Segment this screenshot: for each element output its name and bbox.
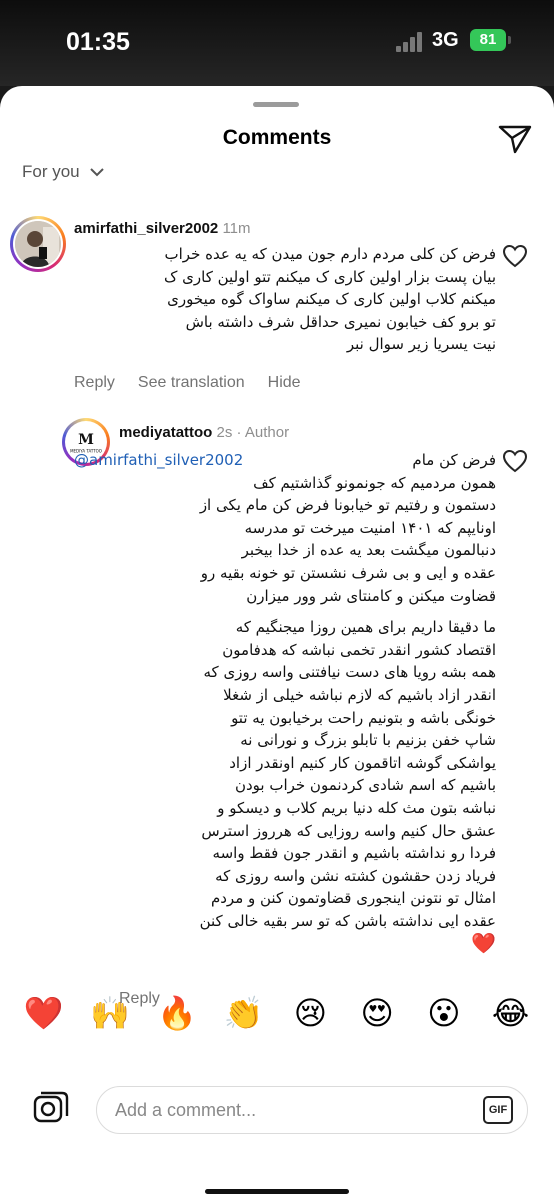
- comment-line: نباشه بتون مث کله دنیا بریم کلاب و دیسکو…: [217, 798, 496, 817]
- comment-line: @amirfathi_silver2002 فرض کن مام: [74, 449, 496, 472]
- comment-line: دنبالمون میگشت بعد یه عده از خدا بیخبر: [241, 541, 496, 560]
- comment-line: تو برو کف خیابون نمیری حداقل شرف داشته ب…: [185, 312, 496, 331]
- gif-button[interactable]: GIF: [483, 1096, 513, 1124]
- emoji-clap-button[interactable]: 👏: [222, 994, 266, 1032]
- emoji-cry-button[interactable]: 😢: [288, 994, 332, 1032]
- comment-header: mediyatattoo 2s · Author: [119, 424, 290, 441]
- like-heart-icon[interactable]: [502, 449, 528, 473]
- filter-label: For you: [22, 162, 80, 181]
- comment-line: انقدر ازاد باشیم که لازم نباشه خیلی از ش…: [223, 685, 496, 704]
- emoji-quick-bar: ❤️ 🙌 🔥 👏 😢 😍 😮 😂: [0, 994, 554, 1032]
- comment-actions: Reply See translation Hide: [74, 374, 301, 392]
- username[interactable]: mediyatattoo: [119, 424, 212, 441]
- clock: 01:35: [66, 28, 130, 56]
- emoji-laugh-button[interactable]: 😂: [489, 994, 533, 1032]
- status-bar: 01:35 3G 81: [0, 0, 554, 86]
- comment-line: فرض کن کلی مردم دارم جون میدن که یه عده …: [164, 245, 497, 263]
- battery-tip: [508, 36, 511, 44]
- comment-line: امثال تو نتونن اینجوری قضاوتمون کنن و مر…: [210, 889, 496, 908]
- emoji-fire-button[interactable]: 🔥: [155, 994, 199, 1032]
- emoji-heart-button[interactable]: ❤️: [21, 994, 65, 1032]
- comment-line: عقده ایی نداشته باشن که تو سر بقیه خالی …: [199, 911, 496, 930]
- comment: amirfathi_silver2002 11m فرض کن کلی مردم…: [0, 208, 554, 408]
- comment-line: عشق حال کنیم واسه روزایی که هرروز استرس: [201, 821, 496, 840]
- emoji-raised-hands-button[interactable]: 🙌: [88, 994, 132, 1032]
- comment-header: amirfathi_silver2002 11m: [74, 220, 251, 237]
- see-translation-button[interactable]: See translation: [138, 374, 245, 392]
- emoji-wow-button[interactable]: 😮: [422, 994, 466, 1032]
- comment-line: فردا رو نداشته باشیم و انقدر جون فقط واس…: [212, 844, 496, 863]
- like-heart-icon[interactable]: [502, 244, 528, 268]
- comment-line: فریاد زدن حقشون کشته نشن واسه روزی که: [215, 866, 496, 885]
- comment-line: دستمون و رفتیم تو خیابونا فرض کن مام یکی…: [199, 496, 496, 515]
- comment-input[interactable]: Add a comment... GIF: [96, 1086, 528, 1134]
- comment-composer: Add a comment... GIF: [0, 1086, 554, 1200]
- comment-line: بیان پست بزار اولین کاری ک میکنم تتو اول…: [163, 267, 496, 286]
- network-type: 3G: [432, 29, 459, 51]
- hide-button[interactable]: Hide: [268, 374, 301, 392]
- author-badge: Author: [244, 424, 290, 441]
- comment-line: ❤️: [471, 931, 496, 956]
- timestamp: 2s: [216, 424, 233, 441]
- comment-line: خونگی باشه و بتونیم راحت برخیابون یه تتو: [231, 708, 496, 727]
- share-icon[interactable]: [498, 124, 532, 154]
- filter-dropdown[interactable]: For you: [22, 162, 106, 182]
- mention-link[interactable]: @amirfathi_silver2002: [74, 449, 243, 472]
- comment-line: همه بشه رویا های دست نیافتنی واسه روزی ک…: [203, 663, 496, 682]
- comment-line: قضاوت میکنن و کامنتای شر وور میزارن: [246, 586, 496, 605]
- comment-line: شاپ خفن بزنیم با تابلو بزرگ و نورانی نه: [240, 731, 496, 750]
- comments-sheet: Comments For you amirfathi_silver2002 11…: [0, 86, 554, 1200]
- comment-reply: M MEDIYA TATTOO mediyatattoo 2s · Author…: [0, 416, 554, 1016]
- svg-text:M: M: [78, 432, 94, 448]
- home-indicator: [205, 1189, 349, 1194]
- comment-line: عقده و ایی و بی شرف نشستن تو خونه بقیه ر…: [200, 563, 496, 582]
- comment-line: میکنم کلاب اولین کاری ک میکنم ساواک گوه …: [167, 290, 496, 309]
- chevron-down-icon: [89, 168, 104, 177]
- comment-line: اقتصاد کشور انقدر تخمی نباشه که هدفامون: [222, 640, 496, 659]
- timestamp: 11m: [222, 220, 251, 237]
- comment-line: ما دقیقا داریم برای همین روزا میجنگیم که: [235, 618, 496, 637]
- comment-line-rest: فرض کن مام: [412, 451, 496, 469]
- person-photo-icon: [15, 221, 61, 267]
- comment-line: همون مردمیم که جونمونو گذاشتیم کف: [253, 473, 496, 492]
- comment-line: نیت یسریا زیر سوال نبر: [346, 335, 496, 354]
- emoji-heart-eyes-button[interactable]: 😍: [355, 994, 399, 1032]
- camera-icon[interactable]: [32, 1089, 70, 1127]
- comment-text: @amirfathi_silver2002 فرض کن مام همون مر…: [74, 449, 496, 956]
- sheet-title: Comments: [222, 126, 332, 149]
- comment-input-placeholder: Add a comment...: [115, 1100, 257, 1120]
- comment-line: اونایپم که ۱۴۰۱ امنیت میرخت تو مدرسه: [244, 518, 496, 537]
- battery-icon: 81: [470, 29, 506, 51]
- reply-button[interactable]: Reply: [74, 374, 115, 392]
- drag-handle[interactable]: [253, 102, 299, 107]
- comment-line: باشیم که اسم شادی کردنمون خراب بودن: [234, 776, 496, 795]
- comment-line: یواشکی گوشه اتاقمون کار کنیم اونقدر ازاد: [229, 753, 496, 772]
- username[interactable]: amirfathi_silver2002: [74, 220, 218, 237]
- signal-icon: [396, 32, 424, 52]
- comment-text: فرض کن کلی مردم دارم جون میدن که یه عده …: [56, 243, 496, 356]
